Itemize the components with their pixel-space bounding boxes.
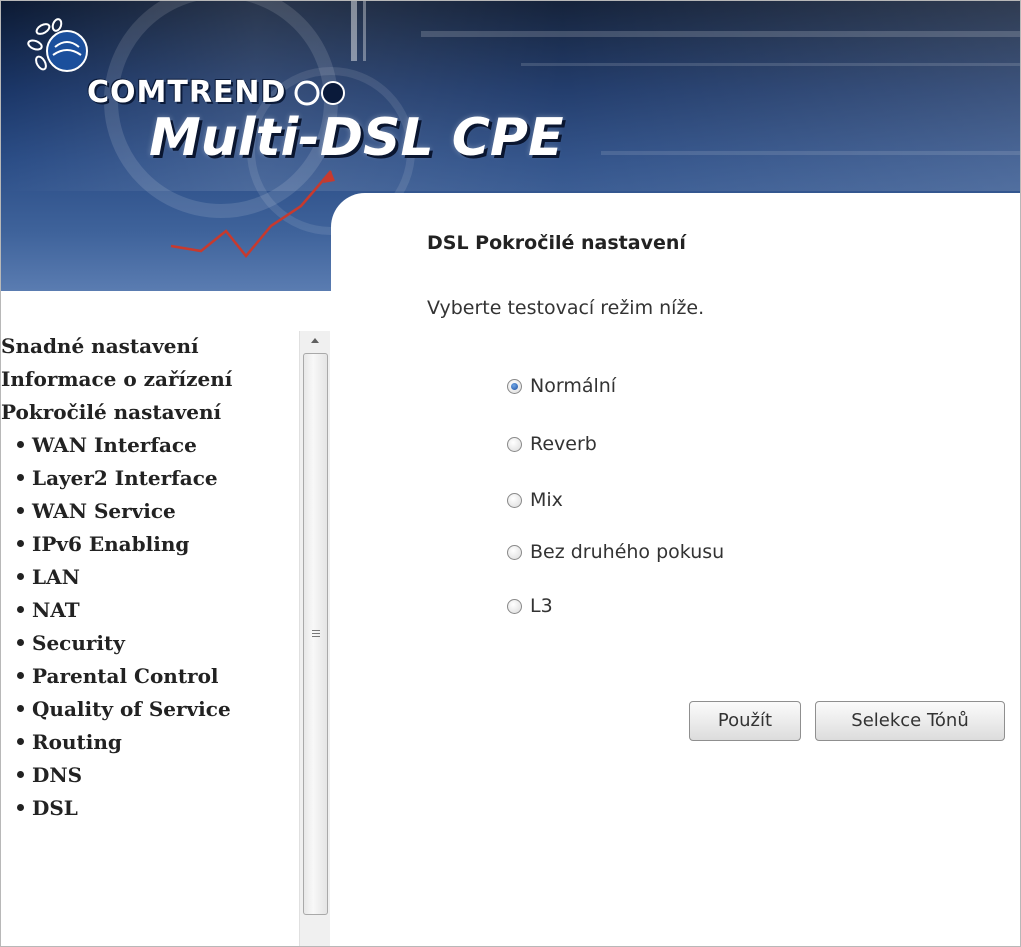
apply-button[interactable]: Použít [689, 701, 801, 741]
sidebar-item-label: Quality of Service [32, 697, 231, 721]
sidebar-item-label: DSL [32, 796, 78, 820]
option-label: Mix [530, 489, 563, 511]
sidebar-item-lan[interactable]: LAN [17, 562, 297, 592]
brand-logo-text: COMTREND [87, 75, 287, 110]
sidebar-item-security[interactable]: Security [17, 628, 297, 658]
bullet-icon [17, 639, 24, 646]
bullet-icon [17, 738, 24, 745]
radio-button[interactable] [507, 598, 522, 614]
radio-button[interactable] [507, 436, 522, 452]
sidebar-item-label: DNS [32, 763, 83, 787]
bullet-icon [17, 672, 24, 679]
bullet-icon [17, 606, 24, 613]
radio-button[interactable] [507, 544, 522, 560]
sidebar-item-parental-control[interactable]: Parental Control [17, 661, 297, 691]
sidebar-item-wan-interface[interactable]: WAN Interface [17, 430, 297, 460]
option-l3[interactable]: L3 [507, 592, 553, 620]
sidebar-scrollbar[interactable] [299, 331, 330, 946]
sidebar-item-snadne-nastaveni[interactable]: Snadné nastavení [1, 331, 297, 361]
tone-selection-button[interactable]: Selekce Tónů [815, 701, 1005, 741]
bullet-icon [17, 705, 24, 712]
logo-circles-icon [294, 80, 345, 106]
sidebar-item-label: WAN Interface [32, 433, 197, 457]
sidebar-item-informace-o-zarizeni[interactable]: Informace o zařízení [1, 364, 297, 394]
sidebar-item-label: LAN [32, 565, 80, 589]
sidebar-item-dns[interactable]: DNS [17, 760, 297, 790]
option-label: Reverb [530, 433, 597, 455]
sidebar-item-label: Parental Control [32, 664, 219, 688]
sidebar-item-nat[interactable]: NAT [17, 595, 297, 625]
page-description: Vyberte testovací režim níže. [427, 297, 705, 319]
grip-icon [312, 630, 320, 631]
radio-button[interactable] [507, 492, 522, 508]
option-reverb[interactable]: Reverb [507, 430, 597, 458]
option-label: Bez druhého pokusu [530, 541, 725, 563]
sidebar-item-wan-service[interactable]: WAN Service [17, 496, 297, 526]
sidebar-item-label: Routing [32, 730, 122, 754]
bullet-icon [17, 507, 24, 514]
option-normalni[interactable]: Normální [507, 372, 616, 400]
option-label: L3 [530, 595, 553, 617]
sidebar-item-label: NAT [32, 598, 80, 622]
sidebar-item-label: Informace o zařízení [1, 367, 233, 391]
bullet-icon [17, 573, 24, 580]
sidebar-item-pokrocile-nastaveni[interactable]: Pokročilé nastavení [1, 397, 297, 427]
bullet-icon [17, 771, 24, 778]
sidebar-item-label: Layer2 Interface [32, 466, 218, 490]
sidebar-item-label: Security [32, 631, 125, 655]
scrollbar-thumb[interactable] [303, 353, 328, 915]
page-title: DSL Pokročilé nastavení [427, 232, 686, 254]
sidebar-item-ipv6-enabling[interactable]: IPv6 Enabling [17, 529, 297, 559]
bullet-icon [17, 474, 24, 481]
sidebar-item-quality-of-service[interactable]: Quality of Service [17, 694, 297, 724]
product-title: Multi-DSL CPE [149, 108, 564, 168]
sidebar-item-label: Snadné nastavení [1, 334, 199, 358]
option-label: Normální [530, 375, 617, 397]
option-bez-druheho-pokusu[interactable]: Bez druhého pokusu [507, 538, 724, 566]
sidebar-item-label: Pokročilé nastavení [1, 400, 222, 424]
sidebar-item-label: IPv6 Enabling [32, 532, 190, 556]
radio-button[interactable] [507, 378, 522, 394]
sidebar-item-dsl[interactable]: DSL [17, 793, 297, 823]
option-mix[interactable]: Mix [507, 486, 563, 514]
sidebar: Snadné nastavení Informace o zařízení Po… [1, 291, 331, 946]
sidebar-item-routing[interactable]: Routing [17, 727, 297, 757]
page-frame: COMTREND Multi-DSL CPE Snadné nastavení … [0, 0, 1021, 947]
bullet-icon [17, 804, 24, 811]
sidebar-item-label: WAN Service [32, 499, 176, 523]
bullet-icon [17, 540, 24, 547]
scroll-up-arrow-icon[interactable] [300, 331, 330, 351]
bullet-icon [17, 441, 24, 448]
sidebar-item-layer2-interface[interactable]: Layer2 Interface [17, 463, 297, 493]
